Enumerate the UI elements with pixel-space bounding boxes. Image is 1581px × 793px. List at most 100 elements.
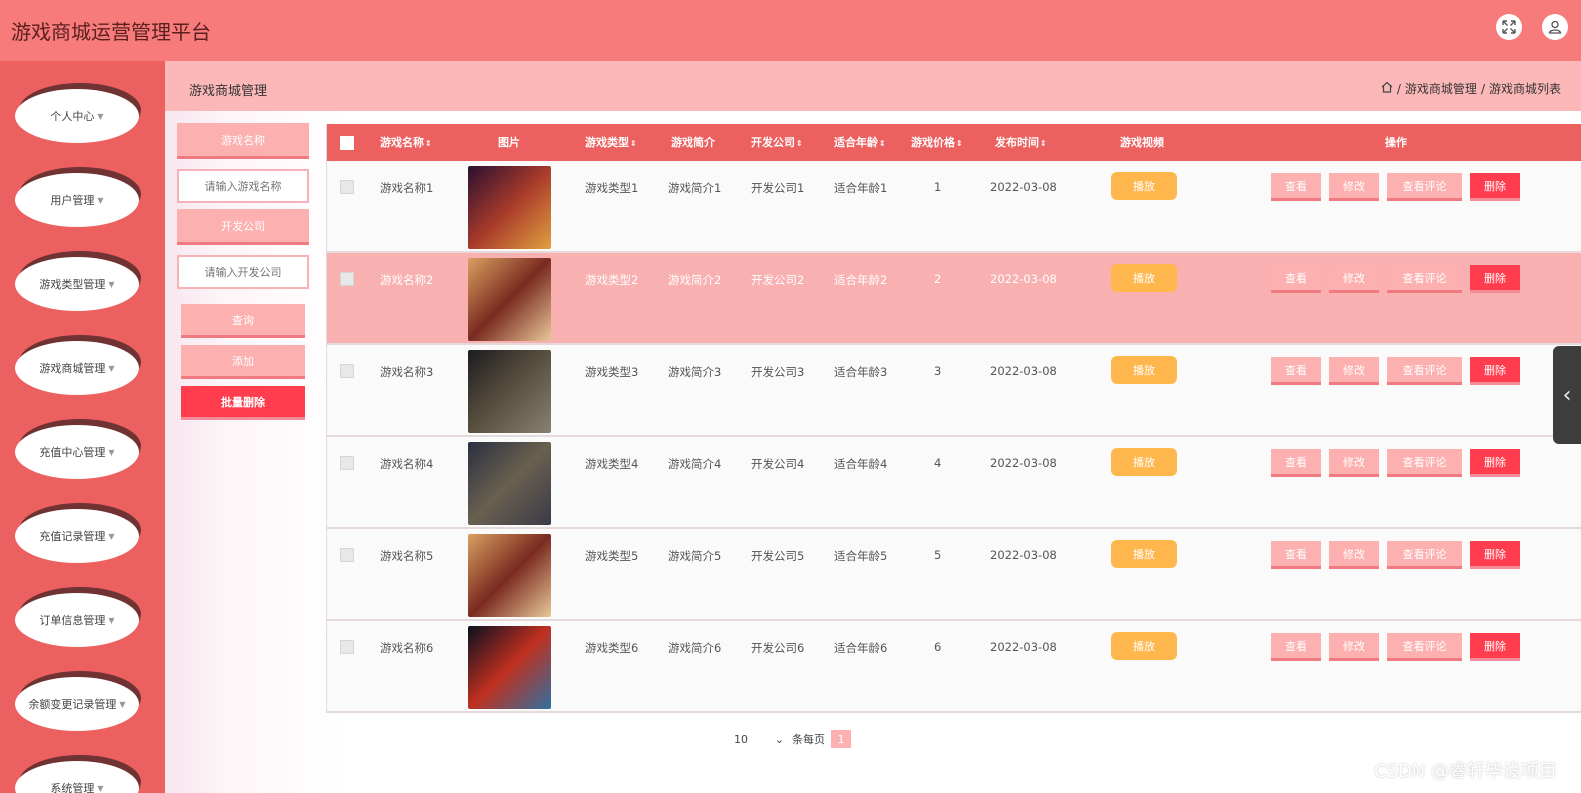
game-table: 游戏名称⇕ 图片 游戏类型⇕ 游戏简介 开发公司⇕ 适合年龄⇕ 游戏价格⇕ 发布…: [326, 124, 1581, 713]
col-game-type[interactable]: 游戏类型⇕: [585, 124, 637, 161]
play-button[interactable]: 播放: [1111, 632, 1177, 660]
sidebar-item-personal-center[interactable]: 个人中心 ▼: [15, 83, 141, 143]
user-icon[interactable]: [1542, 14, 1568, 40]
view-comments-button[interactable]: 查看评论: [1387, 265, 1462, 293]
caret-down-icon: ▼: [108, 531, 115, 541]
delete-button[interactable]: 删除: [1470, 541, 1520, 569]
cell-intro: 游戏简介2: [668, 273, 722, 287]
sidebar-item-order-info[interactable]: 订单信息管理 ▼: [15, 587, 141, 647]
company-input[interactable]: [177, 255, 309, 289]
edit-button[interactable]: 修改: [1329, 265, 1379, 293]
row-checkbox[interactable]: [340, 180, 354, 194]
page-number[interactable]: 1: [831, 730, 851, 748]
query-button[interactable]: 查询: [181, 304, 305, 338]
game-image: [468, 534, 551, 617]
game-name-input[interactable]: [177, 169, 309, 203]
view-comments-button[interactable]: 查看评论: [1387, 449, 1462, 477]
col-game-name[interactable]: 游戏名称⇕: [380, 124, 432, 161]
menu-pill[interactable]: 余额变更记录管理 ▼: [15, 677, 139, 731]
cell-date: 2022-03-08: [990, 364, 1057, 378]
col-date[interactable]: 发布时间⇕: [995, 124, 1047, 161]
cell-age: 适合年龄5: [834, 549, 888, 563]
sidebar-item-recharge-records[interactable]: 充值记录管理 ▼: [15, 503, 141, 563]
menu-pill[interactable]: 游戏类型管理 ▼: [15, 257, 139, 311]
cell-date: 2022-03-08: [990, 548, 1057, 562]
add-button[interactable]: 添加: [181, 345, 305, 379]
game-image: [468, 442, 551, 525]
menu-pill[interactable]: 充值记录管理 ▼: [15, 509, 139, 563]
play-button[interactable]: 播放: [1111, 172, 1177, 200]
view-comments-button[interactable]: 查看评论: [1387, 357, 1462, 385]
sort-icon[interactable]: ⇕: [956, 139, 963, 148]
col-age[interactable]: 适合年龄⇕: [834, 124, 886, 161]
edit-button[interactable]: 修改: [1329, 449, 1379, 477]
sort-icon[interactable]: ⇕: [1040, 139, 1047, 148]
sort-icon[interactable]: ⇕: [630, 139, 637, 148]
per-page-label: 条每页: [792, 733, 825, 746]
sort-icon[interactable]: ⇕: [796, 139, 803, 148]
edit-button[interactable]: 修改: [1329, 357, 1379, 385]
delete-button[interactable]: 删除: [1470, 449, 1520, 477]
sort-icon[interactable]: ⇕: [879, 139, 886, 148]
delete-button[interactable]: 删除: [1470, 173, 1520, 201]
row-checkbox[interactable]: [340, 272, 354, 286]
row-checkbox[interactable]: [340, 456, 354, 470]
sidebar-item-recharge-center[interactable]: 充值中心管理 ▼: [15, 419, 141, 479]
menu-pill[interactable]: 用户管理 ▼: [15, 173, 139, 227]
delete-button[interactable]: 删除: [1470, 265, 1520, 293]
menu-pill[interactable]: 充值中心管理 ▼: [15, 425, 139, 479]
edit-button[interactable]: 修改: [1329, 633, 1379, 661]
row-checkbox[interactable]: [340, 640, 354, 654]
view-button[interactable]: 查看: [1271, 633, 1321, 661]
caret-down-icon: ▼: [108, 615, 115, 625]
view-button[interactable]: 查看: [1271, 265, 1321, 293]
view-comments-button[interactable]: 查看评论: [1387, 541, 1462, 569]
view-button[interactable]: 查看: [1271, 173, 1321, 201]
col-label: 游戏名称: [380, 136, 424, 149]
sort-icon[interactable]: ⇕: [425, 139, 432, 148]
play-button[interactable]: 播放: [1111, 356, 1177, 384]
pagination: 10 ⌄ 条每页 1: [734, 730, 851, 748]
cell-game-type: 游戏类型2: [585, 273, 639, 287]
sidebar-item-balance-records[interactable]: 余额变更记录管理 ▼: [15, 671, 141, 731]
delete-button[interactable]: 删除: [1470, 357, 1520, 385]
col-company[interactable]: 开发公司⇕: [751, 124, 803, 161]
chevron-down-icon: ⌄: [774, 732, 784, 746]
sidebar-item-user-mgmt[interactable]: 用户管理 ▼: [15, 167, 141, 227]
select-all-checkbox[interactable]: [340, 136, 354, 150]
edit-button[interactable]: 修改: [1329, 541, 1379, 569]
batch-delete-button[interactable]: 批量删除: [181, 386, 305, 420]
sidebar-item-game-store-mgmt[interactable]: 游戏商城管理 ▼: [15, 335, 141, 395]
caret-down-icon: ▼: [97, 195, 104, 205]
fullscreen-icon[interactable]: [1496, 14, 1522, 40]
play-button[interactable]: 播放: [1111, 540, 1177, 568]
cell-intro: 游戏简介1: [668, 181, 722, 195]
cell-date: 2022-03-08: [990, 272, 1057, 286]
edit-button[interactable]: 修改: [1329, 173, 1379, 201]
company-label: 开发公司: [177, 209, 309, 245]
view-button[interactable]: 查看: [1271, 449, 1321, 477]
play-button[interactable]: 播放: [1111, 448, 1177, 476]
sidebar-item-label: 系统管理: [50, 782, 95, 793]
view-comments-button[interactable]: 查看评论: [1387, 173, 1462, 201]
play-button[interactable]: 播放: [1111, 264, 1177, 292]
view-button[interactable]: 查看: [1271, 541, 1321, 569]
view-button[interactable]: 查看: [1271, 357, 1321, 385]
cell-company: 开发公司3: [751, 365, 805, 379]
cell-intro: 游戏简介6: [668, 641, 722, 655]
menu-pill[interactable]: 订单信息管理 ▼: [15, 593, 139, 647]
col-price[interactable]: 游戏价格⇕: [911, 124, 963, 161]
delete-button[interactable]: 删除: [1470, 633, 1520, 661]
sidebar-item-game-type-mgmt[interactable]: 游戏类型管理 ▼: [15, 251, 141, 311]
sidebar-item-label: 充值记录管理: [39, 530, 106, 543]
page-size-select[interactable]: 10 ⌄: [734, 733, 784, 746]
sidebar-item-system-mgmt[interactable]: 系统管理 ▼: [15, 755, 141, 793]
home-icon[interactable]: [1381, 81, 1393, 96]
menu-pill[interactable]: 游戏商城管理 ▼: [15, 341, 139, 395]
breadcrumb-item[interactable]: 游戏商城管理: [1405, 80, 1477, 97]
chevron-left-icon[interactable]: ‹: [1553, 346, 1581, 444]
row-checkbox[interactable]: [340, 548, 354, 562]
row-checkbox[interactable]: [340, 364, 354, 378]
menu-pill[interactable]: 个人中心 ▼: [15, 89, 139, 143]
view-comments-button[interactable]: 查看评论: [1387, 633, 1462, 661]
